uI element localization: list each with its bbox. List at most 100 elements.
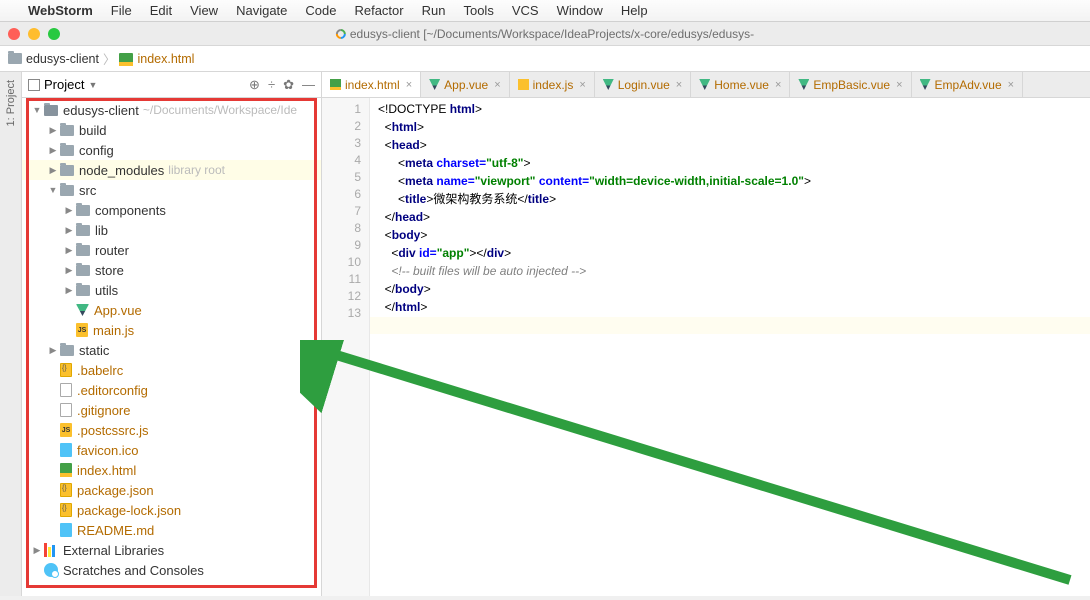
tree-item-label: README.md [77, 523, 154, 538]
tree-item--gitignore[interactable]: .gitignore [22, 400, 321, 420]
window-close-button[interactable] [8, 28, 20, 40]
folder-icon [76, 265, 90, 276]
window-titlebar: edusys-client [~/Documents/Workspace/Ide… [0, 22, 1090, 46]
expand-arrow-icon[interactable]: ▶ [62, 245, 76, 256]
tree-item-external-libraries[interactable]: ▶External Libraries [22, 540, 321, 560]
folder-icon [8, 53, 22, 64]
menu-edit[interactable]: Edit [150, 3, 172, 18]
tree-item-package-lock-json[interactable]: package-lock.json [22, 500, 321, 520]
tree-item-label: package.json [77, 483, 154, 498]
hide-icon[interactable]: — [302, 77, 315, 93]
tab-label: EmpAdv.vue [935, 78, 1002, 92]
chevron-down-icon[interactable]: ▼ [88, 80, 97, 90]
project-tool-button[interactable]: 1: Project [5, 80, 17, 126]
tree-item-suffix: library root [168, 163, 225, 177]
tree-item-build[interactable]: ▶build [22, 120, 321, 140]
tree-item-label: src [79, 183, 96, 198]
settings-icon[interactable]: ✿ [283, 77, 294, 93]
tree-item-readme-md[interactable]: README.md [22, 520, 321, 540]
expand-arrow-icon[interactable]: ▶ [62, 265, 76, 276]
close-icon[interactable]: × [896, 79, 902, 91]
tab-login-vue[interactable]: Login.vue× [595, 72, 691, 97]
menu-view[interactable]: View [190, 3, 218, 18]
breadcrumb: edusys-client 〉 index.html [0, 46, 1090, 72]
folder-icon [60, 145, 74, 156]
expand-arrow-icon[interactable]: ▶ [62, 225, 76, 236]
menu-file[interactable]: File [111, 3, 132, 18]
tree-item-src[interactable]: ▼ src [22, 180, 321, 200]
tree-item-label: .gitignore [77, 403, 130, 418]
tree-item-label: components [95, 203, 166, 218]
menu-refactor[interactable]: Refactor [354, 3, 403, 18]
expand-arrow-icon[interactable]: ▶ [46, 145, 60, 156]
tree-item-store[interactable]: ▶store [22, 260, 321, 280]
tree-item-main-js[interactable]: JSmain.js [22, 320, 321, 340]
vue-file-icon [603, 79, 614, 90]
tree-item-label: .editorconfig [77, 383, 148, 398]
tab-app-vue[interactable]: App.vue × [421, 72, 509, 97]
tree-item-index-html[interactable]: index.html [22, 460, 321, 480]
tab-home-vue[interactable]: Home.vue× [691, 72, 790, 97]
tree-item-edusys-client[interactable]: ▼edusys-client~/Documents/Workspace/Ide [22, 100, 321, 120]
project-tree[interactable]: ▼edusys-client~/Documents/Workspace/Ide▶… [22, 98, 321, 596]
menu-help[interactable]: Help [621, 3, 648, 18]
tree-item-components[interactable]: ▶ components [22, 200, 321, 220]
tree-item-label: .babelrc [77, 363, 123, 378]
locate-icon[interactable]: ⊕ [249, 77, 260, 93]
tree-item-favicon-ico[interactable]: favicon.ico [22, 440, 321, 460]
tab-label: index.html [345, 78, 400, 92]
tree-item-node-modules[interactable]: ▶node_moduleslibrary root [22, 160, 321, 180]
tab-index-js[interactable]: index.js × [510, 72, 595, 97]
editor-body[interactable]: 12345678910111213 <!DOCTYPE html> <html>… [322, 98, 1090, 596]
menu-run[interactable]: Run [422, 3, 446, 18]
menu-vcs[interactable]: VCS [512, 3, 539, 18]
expand-arrow-icon[interactable]: ▶ [62, 205, 76, 216]
close-icon[interactable]: × [406, 79, 412, 91]
tree-item-app-vue[interactable]: App.vue [22, 300, 321, 320]
tab-label: App.vue [444, 78, 488, 92]
expand-arrow-icon[interactable]: ▶ [46, 345, 60, 356]
window-minimize-button[interactable] [28, 28, 40, 40]
tree-item-utils[interactable]: ▶utils [22, 280, 321, 300]
close-icon[interactable]: × [775, 79, 781, 91]
window-maximize-button[interactable] [48, 28, 60, 40]
expand-arrow-icon[interactable]: ▶ [46, 125, 60, 136]
tree-item-lib[interactable]: ▶lib [22, 220, 321, 240]
tree-item-config[interactable]: ▶config [22, 140, 321, 160]
collapse-icon[interactable]: ÷ [268, 77, 275, 93]
tree-item-scratches[interactable]: Scratches and Consoles [22, 560, 321, 580]
tree-item-suffix: ~/Documents/Workspace/Ide [143, 103, 297, 117]
menu-code[interactable]: Code [305, 3, 336, 18]
close-icon[interactable]: × [676, 79, 682, 91]
tree-item-static[interactable]: ▶static [22, 340, 321, 360]
panel-title[interactable]: Project [44, 77, 84, 92]
menu-window[interactable]: Window [557, 3, 603, 18]
expand-arrow-icon[interactable]: ▶ [46, 165, 60, 176]
tree-item-router[interactable]: ▶router [22, 240, 321, 260]
code-area[interactable]: <!DOCTYPE html> <html> <head> <meta char… [370, 98, 1090, 596]
tree-item-package-json[interactable]: package.json [22, 480, 321, 500]
expand-arrow-icon[interactable]: ▼ [46, 185, 60, 195]
scratches-icon [44, 563, 58, 577]
tab-index-html[interactable]: index.html × [322, 72, 421, 97]
tab-empadv-vue[interactable]: EmpAdv.vue × [912, 72, 1024, 97]
html-file-icon [60, 463, 72, 477]
app-name[interactable]: WebStorm [28, 3, 93, 18]
editor-panel: index.html×App.vue×index.js×Login.vue×Ho… [322, 72, 1090, 596]
menu-navigate[interactable]: Navigate [236, 3, 287, 18]
breadcrumb-root[interactable]: edusys-client [26, 52, 99, 66]
tab-empbasic-vue[interactable]: EmpBasic.vue× [790, 72, 911, 97]
expand-arrow-icon[interactable]: ▶ [62, 285, 76, 296]
tree-item--babelrc[interactable]: .babelrc [22, 360, 321, 380]
close-icon[interactable]: × [1008, 79, 1014, 91]
tab-label: index.js [533, 78, 574, 92]
breadcrumb-file[interactable]: index.html [137, 52, 194, 66]
close-icon[interactable]: × [494, 79, 500, 91]
tree-item--editorconfig[interactable]: .editorconfig [22, 380, 321, 400]
libraries-icon [44, 543, 58, 557]
close-icon[interactable]: × [579, 79, 585, 91]
html-file-icon [119, 53, 133, 65]
expand-arrow-icon[interactable]: ▼ [30, 105, 44, 115]
menu-tools[interactable]: Tools [463, 3, 493, 18]
tree-item--postcssrc-js[interactable]: JS.postcssrc.js [22, 420, 321, 440]
